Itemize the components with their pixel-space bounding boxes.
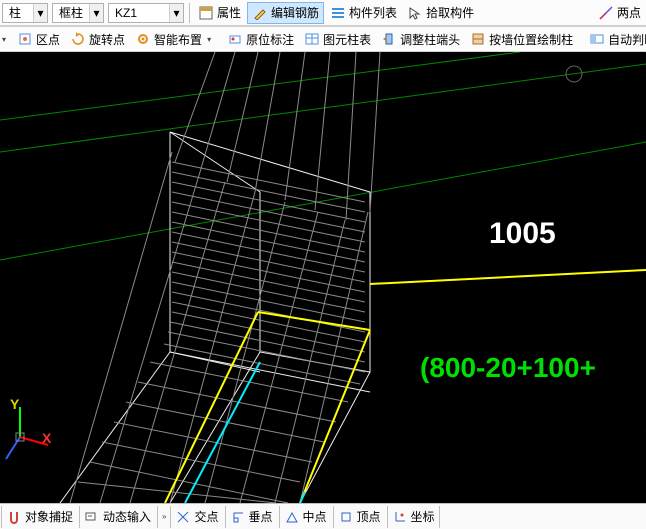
attributes-button[interactable]: 属性 <box>194 2 245 24</box>
combo-member[interactable]: KZ1 ▾ <box>108 3 184 23</box>
pick-member-button[interactable]: 拾取构件 <box>403 2 478 24</box>
label: 旋转点 <box>89 31 125 48</box>
chevron-down-icon: ▾ <box>207 35 211 44</box>
member-list-button[interactable]: 构件列表 <box>326 2 401 24</box>
label: 按墙位置绘制柱 <box>489 31 573 48</box>
label: 坐标 <box>411 508 435 525</box>
chevron-down-icon: ▾ <box>33 4 47 22</box>
midpoint-button[interactable]: 中点 <box>279 506 331 528</box>
label: 区点 <box>36 31 60 48</box>
coordinate-button[interactable]: 坐标 <box>387 506 440 528</box>
edit-rebar-button[interactable]: 编辑钢筋 <box>247 2 324 24</box>
table-icon <box>304 31 320 47</box>
adjust-column-end-button[interactable]: 调整柱端头 <box>377 28 464 50</box>
label: 拾取构件 <box>426 4 474 21</box>
label: 编辑钢筋 <box>271 4 319 21</box>
label: 中点 <box>303 508 327 525</box>
draw-by-wall-button[interactable]: 按墙位置绘制柱 <box>466 28 577 50</box>
mid-icon <box>284 509 300 525</box>
scene-svg <box>0 52 646 503</box>
original-annotation-button[interactable]: 原位标注 <box>223 28 298 50</box>
label: 属性 <box>217 4 241 21</box>
apex-button[interactable]: 顶点 <box>333 506 385 528</box>
rotate-icon <box>70 31 86 47</box>
object-snap-button[interactable]: 对象捕捉 <box>1 506 77 528</box>
coord-icon <box>392 509 408 525</box>
label: 调整柱端头 <box>400 31 460 48</box>
axis-x-label: X <box>42 430 51 446</box>
rotate-point-button[interactable]: 旋转点 <box>66 28 129 50</box>
status-bar: 对象捕捉 动态输入 » 交点 垂点 中点 顶点 坐标 <box>0 503 646 529</box>
pencil-icon <box>252 5 268 21</box>
combo-value: 柱 <box>3 4 33 21</box>
wall-icon <box>470 31 486 47</box>
label: 自动判断 <box>608 31 646 48</box>
label: 图元柱表 <box>323 31 371 48</box>
dimension-text: 1005 <box>489 217 556 251</box>
label: 顶点 <box>357 508 381 525</box>
perp-icon <box>230 509 246 525</box>
auto-judge-button[interactable]: 自动判断 <box>585 28 646 50</box>
area-point-button[interactable]: 区点 <box>13 28 64 50</box>
toolbar-row-1: 柱 ▾ 框柱 ▾ KZ1 ▾ 属性 编辑钢筋 构件列表 拾取构件 两点 <box>0 0 646 26</box>
expression-text: (800-20+100+ <box>420 352 596 384</box>
chevron-right-icon: » <box>162 512 166 521</box>
smart-layout-button[interactable]: 智能布置 ▾ <box>131 28 215 50</box>
cross-icon <box>175 509 191 525</box>
axis-y-label: Y <box>10 396 19 412</box>
gear-icon <box>135 31 151 47</box>
intersection-button[interactable]: 交点 <box>170 506 222 528</box>
label: 两点 <box>617 4 641 21</box>
label: 构件列表 <box>349 4 397 21</box>
label: 垂点 <box>249 508 273 525</box>
snap-icon <box>6 509 22 525</box>
column-table-button[interactable]: 图元柱表 <box>300 28 375 50</box>
combo-value: 框柱 <box>53 4 89 21</box>
two-point-button[interactable]: 两点 <box>594 2 645 24</box>
chevron-down-icon: ▾ <box>89 4 103 22</box>
combo-value: KZ1 <box>109 6 169 20</box>
dynamic-input-button[interactable]: 动态输入 <box>79 506 155 528</box>
list-icon <box>330 5 346 21</box>
viewport-3d[interactable]: 1005 (800-20+100+ Y X <box>0 52 646 503</box>
chevron-down-icon: ▾ <box>169 4 183 22</box>
chevron-down-icon[interactable]: ▾ <box>2 35 6 44</box>
separator <box>189 3 190 23</box>
two-point-icon <box>598 5 614 21</box>
target-icon <box>17 31 33 47</box>
label: 动态输入 <box>103 508 151 525</box>
combo-subcategory[interactable]: 框柱 ▾ <box>52 3 104 23</box>
perpendicular-button[interactable]: 垂点 <box>225 506 277 528</box>
combo-category[interactable]: 柱 ▾ <box>2 3 48 23</box>
apex-icon <box>338 509 354 525</box>
auto-icon <box>589 31 605 47</box>
cursor-icon <box>407 5 423 21</box>
label: 交点 <box>194 508 218 525</box>
properties-icon <box>198 5 214 21</box>
label: 智能布置 <box>154 31 202 48</box>
tag-icon <box>227 31 243 47</box>
label: 原位标注 <box>246 31 294 48</box>
label: 对象捕捉 <box>25 508 73 525</box>
dynamic-icon <box>84 509 100 525</box>
toolbar-row-2: ▾ 区点 旋转点 智能布置 ▾ 原位标注 图元柱表 调整柱端头 按墙位置绘制柱 … <box>0 26 646 52</box>
adjust-icon <box>381 31 397 47</box>
more-button[interactable]: » <box>157 506 168 528</box>
